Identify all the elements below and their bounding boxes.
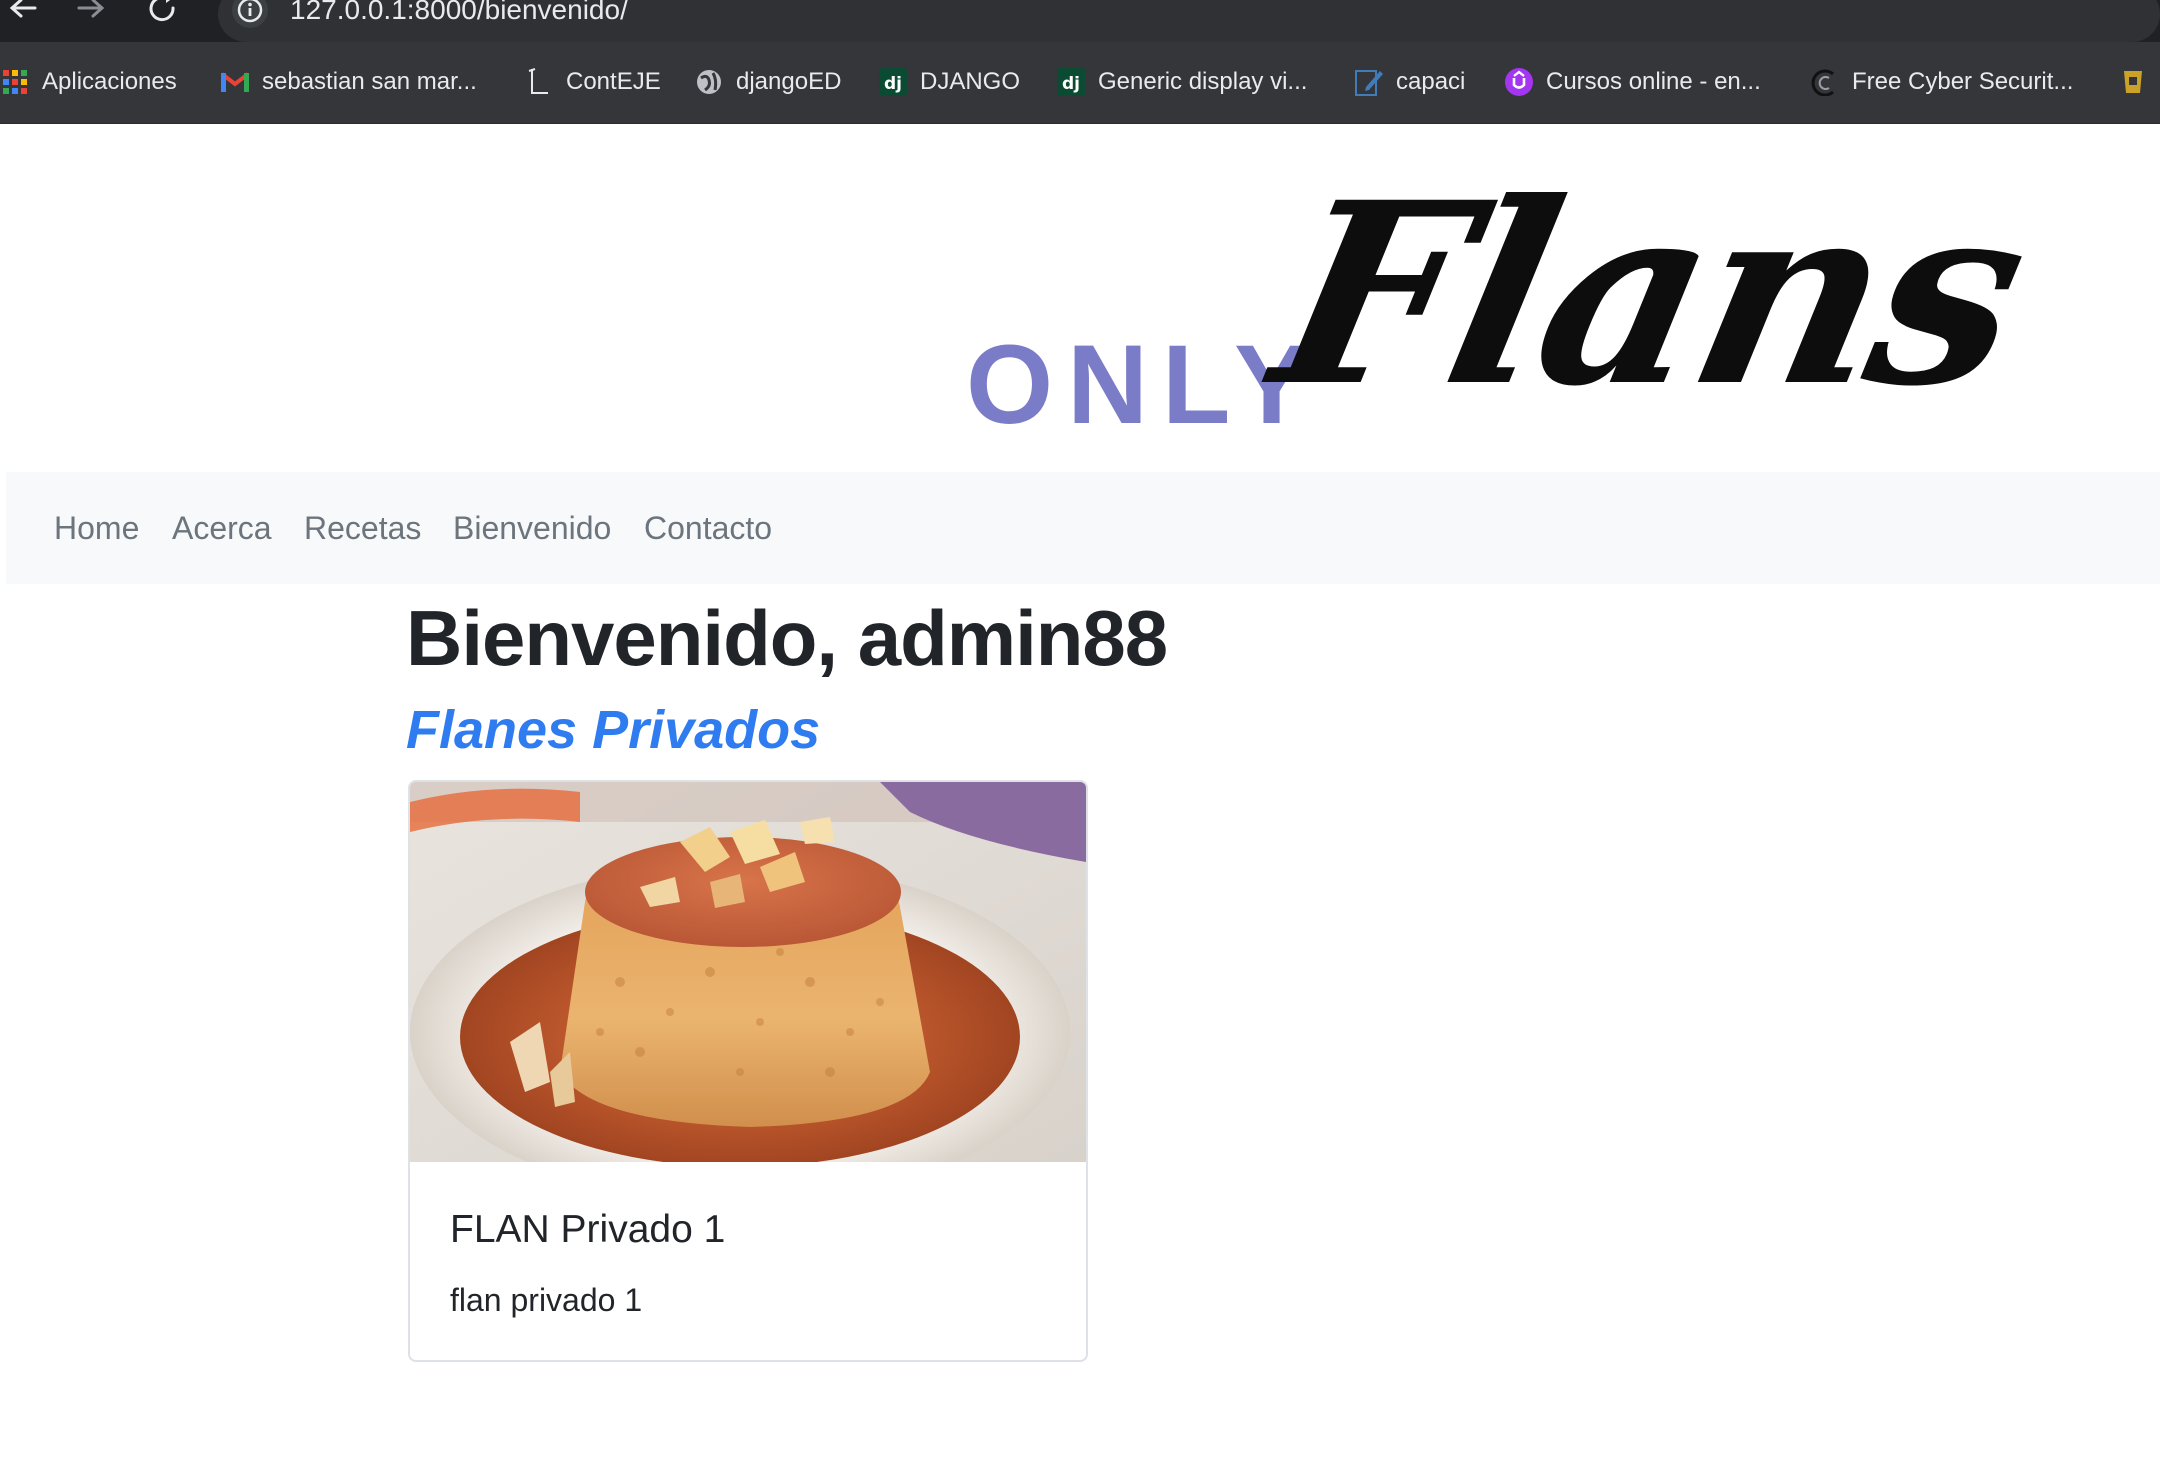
bookmark-label: Generic display vi... bbox=[1098, 68, 1308, 95]
nav-acerca[interactable]: Acerca bbox=[172, 472, 272, 584]
bookmark-label: Aplicaciones bbox=[42, 68, 177, 95]
bookmark-djangoed[interactable]: djangoED bbox=[694, 60, 841, 104]
edit-icon bbox=[1354, 67, 1384, 97]
bookmark-cyber-security[interactable]: Free Cyber Securit... bbox=[1810, 60, 2073, 104]
bookmark-aplicaciones[interactable]: Aplicaciones bbox=[0, 60, 177, 104]
cyber-icon bbox=[1810, 67, 1840, 97]
globe-icon bbox=[694, 67, 724, 97]
bookmark-overflow[interactable] bbox=[2118, 60, 2160, 104]
browser-toolbar: 127.0.0.1:8000/bienvenido/ bbox=[0, 0, 2160, 42]
extension-icon bbox=[2118, 67, 2148, 97]
nav-home[interactable]: Home bbox=[54, 472, 139, 584]
bookmark-label: sebastian san mar... bbox=[262, 68, 477, 95]
bookmark-label: Free Cyber Securit... bbox=[1852, 68, 2074, 95]
django-icon: dj bbox=[1056, 67, 1086, 97]
svg-text:dj: dj bbox=[1062, 74, 1080, 94]
flan-card[interactable]: FLAN Privado 1 flan privado 1 bbox=[408, 780, 1088, 1362]
nav-contacto[interactable]: Contacto bbox=[644, 472, 772, 584]
forward-button[interactable] bbox=[72, 0, 112, 28]
bookmark-conteje[interactable]: ContEJE bbox=[524, 60, 661, 104]
logo-flans-text: Flans bbox=[1254, 147, 2045, 441]
bookmarks-bar: Aplicaciones sebastian san mar... ContEJ… bbox=[0, 42, 2160, 124]
url-text[interactable]: 127.0.0.1:8000/bienvenido/ bbox=[290, 0, 628, 30]
nav-recetas[interactable]: Recetas bbox=[304, 472, 421, 584]
svg-text:dj: dj bbox=[884, 74, 902, 94]
section-subtitle: Flanes Privados bbox=[406, 700, 821, 760]
django-icon: dj bbox=[878, 67, 908, 97]
bookmark-capaci[interactable]: capaci bbox=[1354, 60, 1465, 104]
apps-grid-icon bbox=[0, 67, 30, 97]
site-header: ONLY Flans bbox=[0, 124, 2160, 472]
info-icon bbox=[237, 0, 263, 23]
bookmark-udemy[interactable]: Cursos online - en... bbox=[1504, 60, 1761, 104]
reload-button[interactable] bbox=[144, 0, 184, 28]
back-button[interactable] bbox=[2, 0, 42, 28]
bookmark-generic-display[interactable]: dj Generic display vi... bbox=[1056, 60, 1307, 104]
card-text: flan privado 1 bbox=[450, 1282, 643, 1318]
bookmark-django[interactable]: dj DJANGO bbox=[878, 60, 1020, 104]
udemy-icon bbox=[1504, 67, 1534, 97]
card-title: FLAN Privado 1 bbox=[450, 1208, 726, 1251]
bookmark-label: ContEJE bbox=[566, 68, 661, 95]
bookmark-label: djangoED bbox=[736, 68, 842, 95]
bookmark-label: Cursos online - en... bbox=[1546, 68, 1761, 95]
gmail-icon bbox=[220, 67, 250, 97]
main-navbar: Home Acerca Recetas Bienvenido Contacto bbox=[6, 472, 2160, 584]
bookmark-label: DJANGO bbox=[920, 68, 1021, 95]
arrow-right-icon bbox=[77, 0, 105, 18]
nav-bienvenido[interactable]: Bienvenido bbox=[453, 472, 611, 584]
reload-icon bbox=[149, 0, 175, 22]
document-icon bbox=[524, 67, 554, 97]
arrow-left-icon bbox=[9, 0, 37, 18]
flan-image bbox=[410, 782, 1086, 1162]
bookmark-gmail[interactable]: sebastian san mar... bbox=[220, 60, 477, 104]
bookmark-label: capaci bbox=[1396, 68, 1466, 95]
page-title: Bienvenido, admin88 bbox=[406, 594, 1168, 682]
